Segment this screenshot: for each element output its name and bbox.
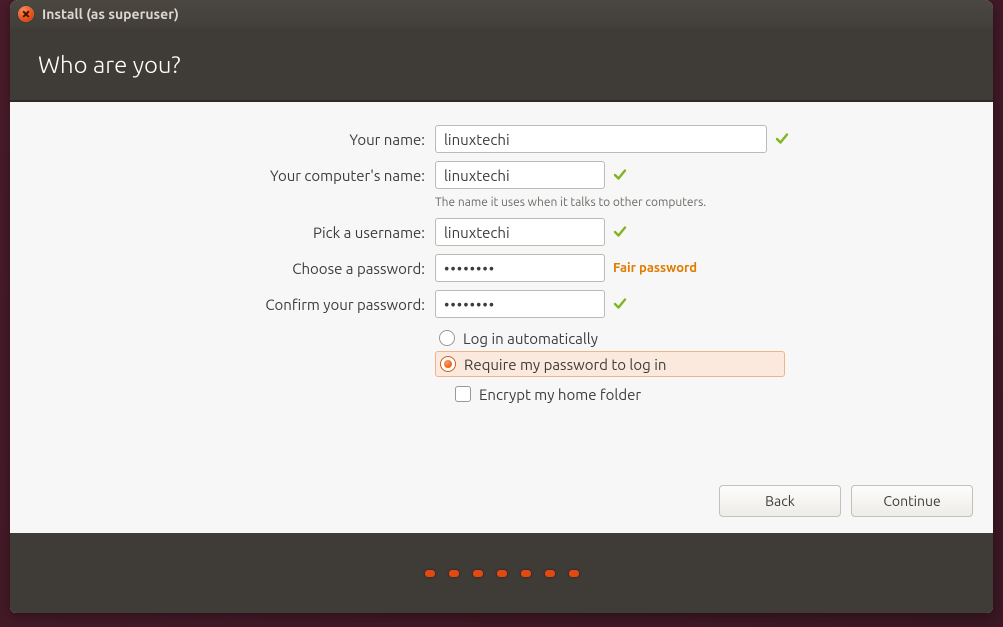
login-options: Log in automatically Require my password… — [435, 325, 973, 377]
confirm-label: Confirm your password: — [30, 296, 435, 313]
progress-dot — [473, 570, 483, 577]
radio-icon — [439, 330, 455, 346]
check-icon — [613, 297, 627, 311]
option-label: Log in automatically — [463, 330, 598, 347]
name-label: Your name: — [30, 131, 435, 148]
option-encrypt-home[interactable]: Encrypt my home folder — [435, 381, 973, 407]
progress-dot — [569, 570, 579, 577]
titlebar: Install (as superuser) — [10, 0, 993, 28]
check-icon — [613, 168, 627, 182]
close-icon[interactable] — [18, 6, 34, 22]
option-auto-login[interactable]: Log in automatically — [435, 325, 973, 351]
name-input[interactable] — [435, 125, 767, 153]
progress-dot — [545, 570, 555, 577]
back-button[interactable]: Back — [719, 485, 841, 517]
password-strength: Fair password — [613, 261, 697, 275]
user-input[interactable] — [435, 218, 605, 246]
form-area: Your name: Your computer's name: The nam… — [10, 102, 993, 532]
page-header: Who are you? — [10, 28, 993, 102]
progress-dot — [521, 570, 531, 577]
radio-icon — [440, 356, 456, 372]
progress-dot — [449, 570, 459, 577]
option-require-password[interactable]: Require my password to log in — [435, 351, 785, 377]
checkbox-icon — [455, 386, 471, 402]
host-input[interactable] — [435, 161, 605, 189]
page-title: Who are you? — [38, 51, 181, 78]
check-icon — [613, 225, 627, 239]
option-label: Require my password to log in — [464, 356, 666, 373]
progress-dot — [497, 570, 507, 577]
password-label: Choose a password: — [30, 260, 435, 277]
check-icon — [775, 132, 789, 146]
confirm-input[interactable] — [435, 290, 605, 318]
option-label: Encrypt my home folder — [479, 386, 641, 403]
progress-dot — [425, 570, 435, 577]
progress-footer — [10, 533, 993, 613]
user-label: Pick a username: — [30, 224, 435, 241]
window-title: Install (as superuser) — [42, 6, 179, 22]
continue-button[interactable]: Continue — [851, 485, 973, 517]
button-bar: Back Continue — [719, 485, 973, 517]
password-input[interactable] — [435, 254, 605, 282]
host-help: The name it uses when it talks to other … — [435, 196, 973, 209]
installer-window: Install (as superuser) Who are you? Your… — [10, 0, 993, 613]
host-label: Your computer's name: — [30, 167, 435, 184]
